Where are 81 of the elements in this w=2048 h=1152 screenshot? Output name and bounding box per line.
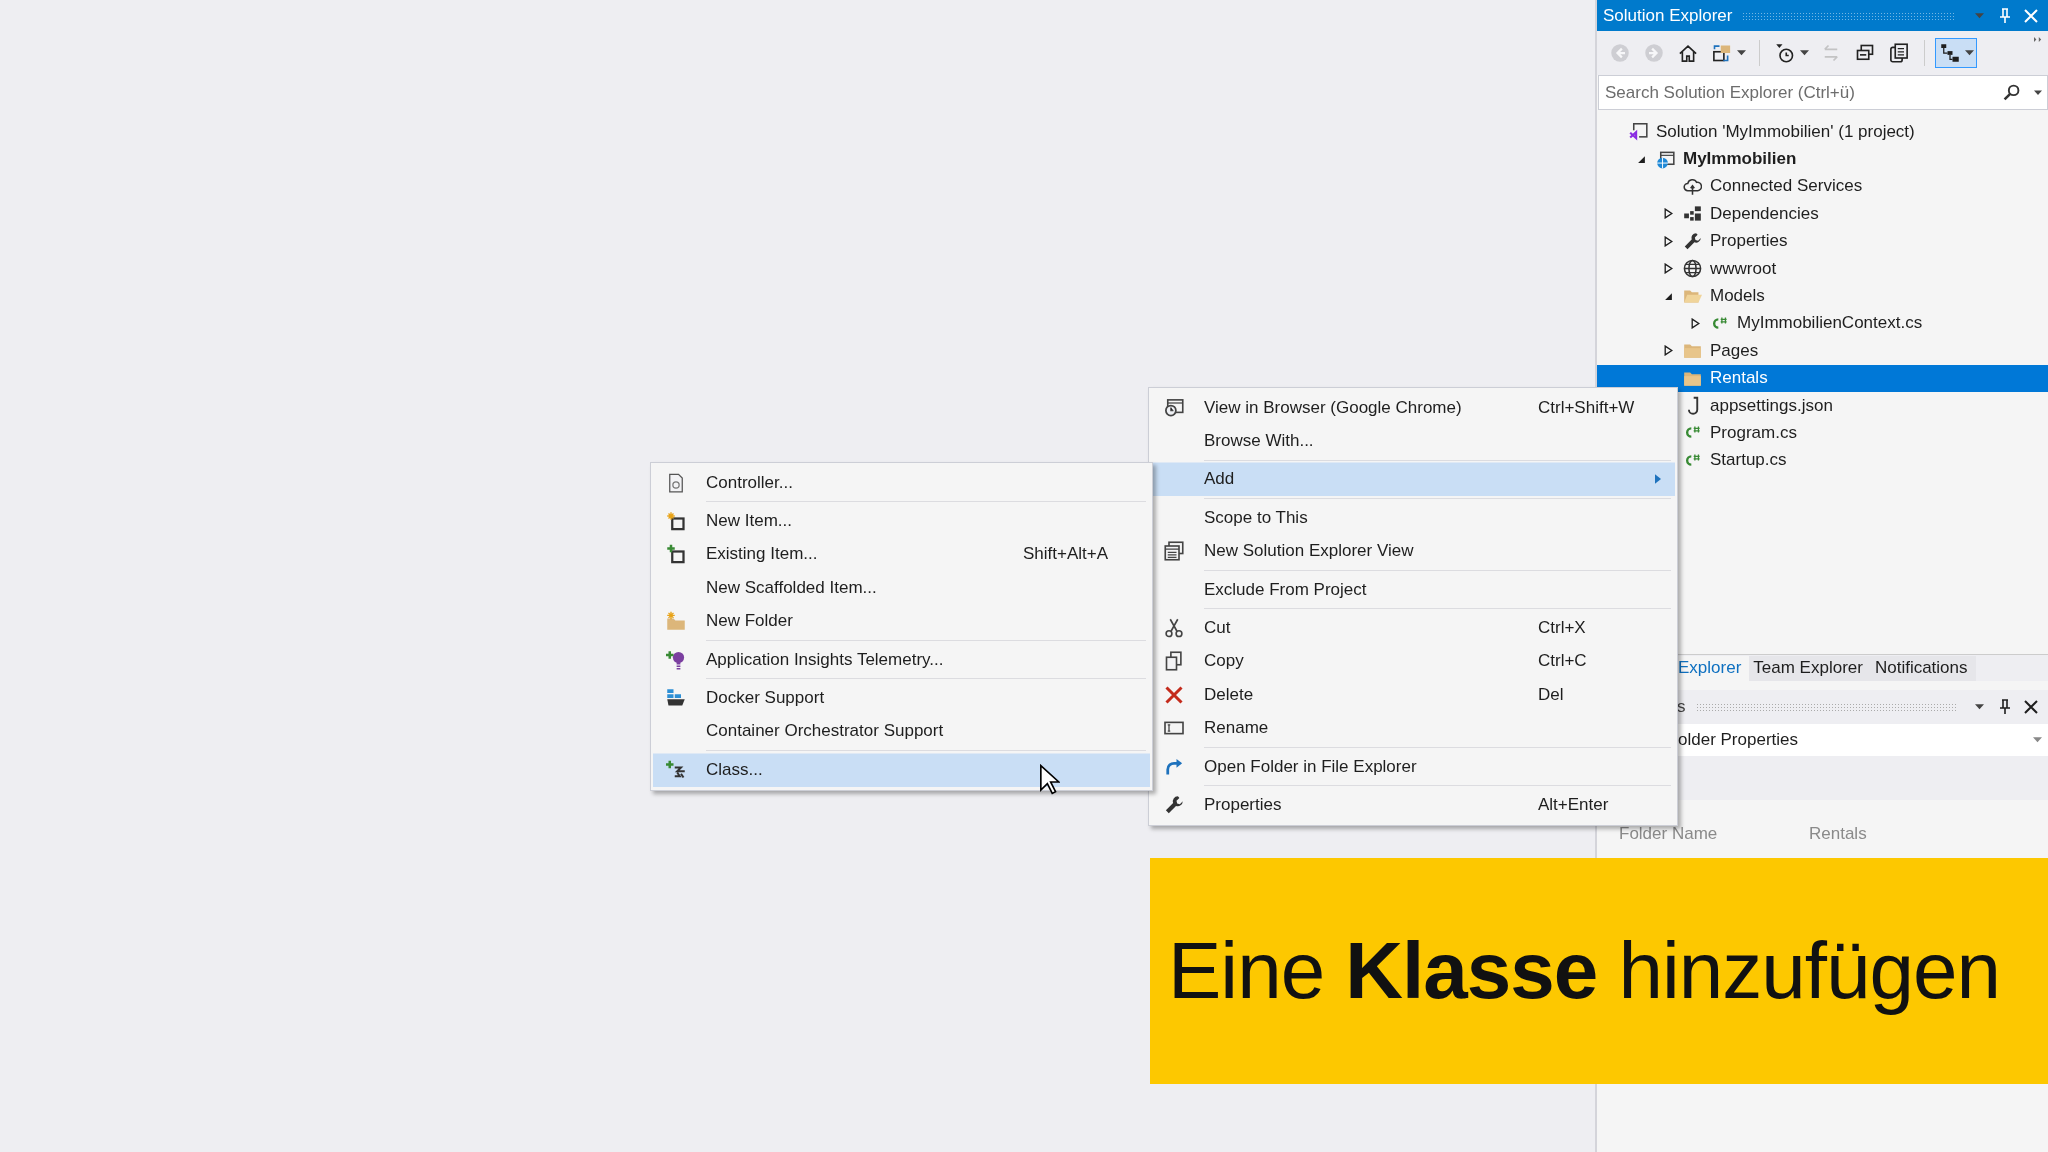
- menu-item[interactable]: New Scaffolded Item...: [653, 571, 1150, 605]
- hierarchy-icon: [1940, 43, 1960, 63]
- menu-item[interactable]: Class...: [653, 748, 1150, 787]
- close-icon: [2024, 8, 2038, 23]
- window-stack-icon: [1163, 541, 1184, 562]
- new-item-icon: [665, 511, 686, 532]
- home-icon: [1678, 43, 1698, 63]
- tree-item[interactable]: Dependencies: [1710, 203, 1819, 224]
- tab[interactable]: Team Explorer: [1749, 656, 1871, 681]
- new-folder-icon: [665, 611, 686, 632]
- menu-item[interactable]: Browse With...: [1151, 424, 1675, 458]
- close-icon: [2024, 700, 2038, 714]
- scissors-icon: [1163, 618, 1184, 639]
- add-item-icon: [665, 544, 686, 565]
- delete-icon: [1163, 684, 1184, 705]
- pin-icon: [1999, 7, 2011, 24]
- menu-item[interactable]: New Folder: [653, 604, 1150, 638]
- tree-item[interactable]: Rentals: [1710, 368, 1768, 389]
- menu-item[interactable]: New Solution Explorer View: [1151, 534, 1675, 568]
- project-icon: [1656, 149, 1675, 169]
- caret-icon: [1974, 704, 1984, 710]
- menu-item[interactable]: Delete Del: [1151, 678, 1675, 712]
- caret-icon: [1965, 50, 1974, 56]
- menu-item[interactable]: Add: [1151, 457, 1675, 497]
- caption-text: Eine Klasse hinzufügen: [1167, 925, 2000, 1017]
- selected-row[interactable]: Rentals: [1597, 364, 2048, 392]
- property-name: Folder Name: [1619, 824, 1719, 844]
- copy-icon: [1163, 651, 1184, 672]
- caret-icon: [2034, 90, 2042, 96]
- tree-item[interactable]: Program.cs: [1710, 423, 1797, 443]
- pane-title: Solution Explorer: [1603, 5, 1733, 26]
- overflow-icon: [2034, 37, 2042, 42]
- shortcut-label: Del: [1538, 684, 1564, 704]
- sync-icon: [1712, 43, 1732, 63]
- tree-item[interactable]: wwwroot: [1710, 258, 1777, 279]
- wrench-icon: [1683, 231, 1702, 251]
- lightbulb-icon: [665, 649, 686, 670]
- pane-title: s: [1677, 697, 1686, 717]
- tree-item[interactable]: MyImmobilienContext.cs: [1737, 313, 1923, 334]
- search-field[interactable]: Search Solution Explorer (Ctrl+ü): [1598, 75, 2048, 110]
- tree-item[interactable]: Startup.cs: [1710, 450, 1787, 471]
- collapse-icon: [1855, 43, 1875, 63]
- caret-icon: [2033, 737, 2042, 743]
- solution-icon: [1629, 122, 1648, 142]
- class-icon: [665, 759, 686, 780]
- caret-icon: [1974, 12, 1984, 19]
- menu-item[interactable]: Container Orchestrator Support: [653, 714, 1150, 749]
- pin-icon: [1999, 699, 2011, 715]
- tree-item[interactable]: Connected Services: [1710, 176, 1863, 197]
- swap-arrows-icon: [1821, 43, 1841, 63]
- search-icon: [2003, 84, 2020, 101]
- tree-item[interactable]: Pages: [1710, 340, 1759, 361]
- shortcut-label: Ctrl+X: [1538, 618, 1586, 638]
- menu-item[interactable]: Controller...: [653, 466, 1150, 500]
- clock-icon: [1775, 43, 1795, 63]
- submenu-arrow-icon: [1655, 474, 1661, 485]
- tree-item[interactable]: Properties: [1710, 231, 1788, 252]
- wrench-icon: [1163, 795, 1184, 815]
- browser-view-icon: [1163, 397, 1184, 418]
- tree-item[interactable]: Models: [1710, 286, 1765, 307]
- document-icon: [1889, 43, 1909, 63]
- caret-icon: [1737, 50, 1746, 56]
- caret-icon: [1800, 50, 1809, 56]
- dependencies-icon: [1683, 204, 1702, 224]
- menu-item[interactable]: View in Browser (Google Chrome) Ctrl+Shift+W: [1151, 391, 1675, 425]
- shortcut-label: Ctrl+Shift+W: [1538, 397, 1635, 417]
- tab[interactable]: Explorer: [1676, 656, 1750, 681]
- tree-item[interactable]: appsettings.json: [1710, 395, 1833, 416]
- shortcut-label: Shift+Alt+A: [1023, 544, 1109, 564]
- shortcut-label: Ctrl+C: [1538, 651, 1587, 671]
- tree-item[interactable]: MyImmobilien: [1683, 149, 1797, 170]
- docker-icon: [665, 688, 686, 709]
- menu-item[interactable]: Copy Ctrl+C: [1151, 644, 1675, 679]
- toolbar-button[interactable]: [1935, 38, 1977, 68]
- shortcut-label: Alt+Enter: [1538, 795, 1609, 814]
- tree-item[interactable]: Solution 'MyImmobilien' (1 project): [1656, 121, 1915, 142]
- globe-icon: [1683, 259, 1702, 279]
- property-value: Rentals: [1809, 824, 1867, 844]
- cloud-icon: [1683, 176, 1702, 196]
- menu-item[interactable]: Existing Item... Shift+Alt+A: [653, 537, 1150, 572]
- tab[interactable]: Notifications: [1870, 656, 1976, 681]
